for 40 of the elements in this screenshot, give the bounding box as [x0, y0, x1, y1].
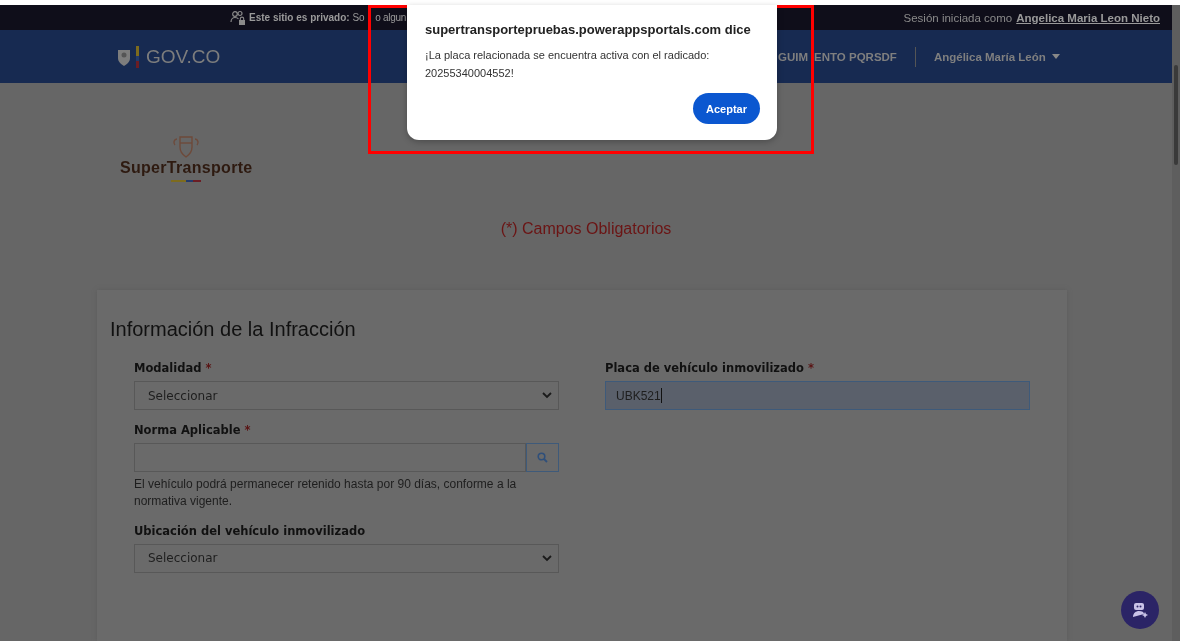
- robot-icon: [1131, 601, 1149, 619]
- field-label: Norma Aplicable: [134, 423, 241, 437]
- privacy-label: Este sitio es privado:: [249, 12, 350, 23]
- dialog-message: ¡La placa relacionada se encuentra activa con el radicado: 20255340004552!: [425, 48, 711, 81]
- user-menu[interactable]: Angélica María León: [933, 50, 1060, 63]
- field-label: Modalidad: [134, 361, 202, 375]
- field-label: Placa de vehículo inmovilizado: [605, 361, 804, 375]
- chevron-down-icon: [542, 554, 552, 562]
- search-icon: [537, 452, 548, 463]
- help-text: El vehículo podrá permanecer retenido hasta por 90 días, conforme a la normativa vigente.: [134, 476, 518, 511]
- session-user-link[interactable]: Angelica Maria Leon Nieto: [1016, 11, 1160, 24]
- caret-icon: [1051, 54, 1060, 59]
- section-title: Información de la Infracción: [110, 318, 357, 341]
- session-label: Sesión iniciada como: [903, 11, 1013, 24]
- select-field[interactable]: Seleccionar: [134, 543, 559, 573]
- nav-link[interactable]: ENTO PQRSDF: [814, 50, 897, 63]
- dialog-title: supertransportepruebas.powerappsportals.com dice: [425, 22, 752, 37]
- input-field[interactable]: UBK521: [605, 381, 1030, 410]
- input-field[interactable]: [134, 443, 526, 472]
- accept-button[interactable]: Aceptar: [693, 93, 760, 125]
- flag-stripe: [136, 45, 139, 68]
- search-button[interactable]: [526, 443, 559, 472]
- privacy-text: So: [352, 12, 365, 23]
- logo-text: SuperTransporte: [120, 159, 253, 177]
- required-fields-note: (*) Campos Obligatorios: [499, 220, 673, 238]
- scrollbar-thumb[interactable]: [1174, 65, 1178, 165]
- brand-logo-text: GOV.CO: [146, 45, 221, 68]
- chevron-down-icon: [542, 392, 552, 399]
- coat-of-arms-icon: [171, 133, 202, 159]
- flag-stripe: [171, 180, 202, 182]
- select-field[interactable]: Seleccionar: [134, 381, 559, 410]
- privacy-text: o algun: [375, 12, 406, 23]
- required-mark: *: [807, 361, 814, 375]
- nav-link[interactable]: GUIM: [778, 50, 809, 63]
- chatbot-button[interactable]: [1121, 591, 1159, 629]
- required-mark: *: [205, 361, 212, 375]
- required-mark: *: [244, 423, 251, 437]
- field-label: Ubicación del vehículo inmovilizado: [134, 523, 366, 538]
- scrollbar[interactable]: [1172, 5, 1180, 641]
- users-lock-icon: [230, 9, 246, 26]
